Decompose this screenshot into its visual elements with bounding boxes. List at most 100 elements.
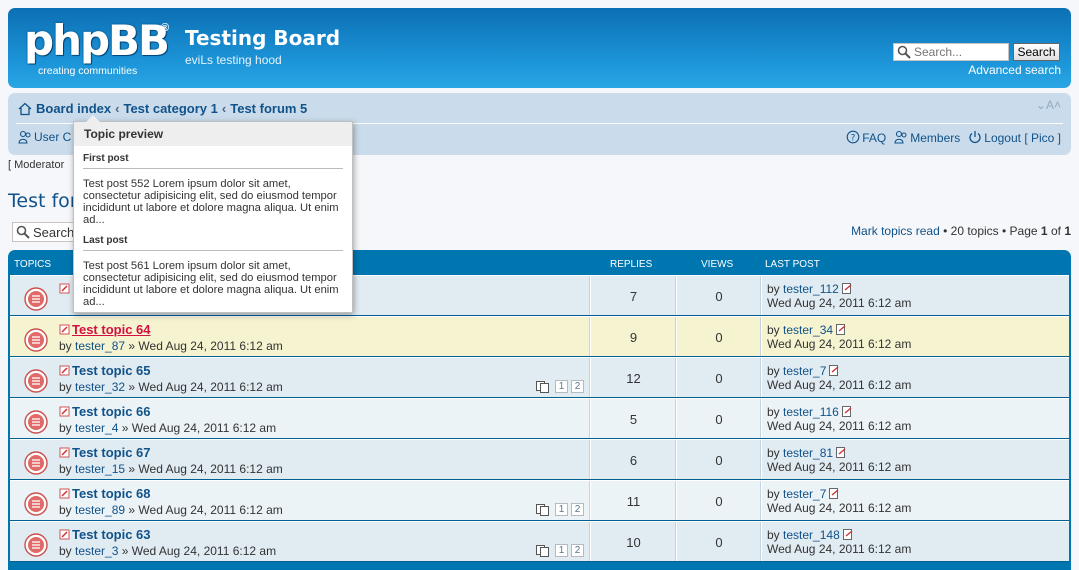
new-post-icon[interactable] <box>59 283 70 294</box>
reply-count: 9 <box>629 330 638 345</box>
table-row[interactable]: Test topic 63 by tester_3 » Wed Aug 24, 2… <box>10 521 1069 562</box>
table-row[interactable]: Test topic 66 by tester_4 » Wed Aug 24, 2… <box>10 398 1069 439</box>
last-post-author-link[interactable]: tester_81 <box>783 446 833 460</box>
by-label: by <box>59 380 72 394</box>
topic-title-link[interactable]: Test topic 64 <box>72 322 151 337</box>
new-post-icon[interactable] <box>59 324 70 335</box>
forum-search-label: Search <box>33 224 75 240</box>
view-latest-post-icon[interactable] <box>841 406 853 417</box>
page-link[interactable]: 1 <box>555 503 568 516</box>
reply-count: 7 <box>629 289 638 304</box>
topic-date: » Wed Aug 24, 2011 6:12 am <box>121 544 277 558</box>
pagination-bullet: • <box>939 224 951 238</box>
logo-tagline: creating communities <box>38 65 138 77</box>
help-icon: ? <box>846 130 860 144</box>
last-post-author: by tester_116 <box>767 405 853 419</box>
faq-label: FAQ <box>862 131 887 145</box>
last-post-author-link[interactable]: tester_34 <box>783 323 833 337</box>
phpbb-logo[interactable]: phpBB ® creating communities <box>24 18 174 78</box>
view-count: 0 <box>715 371 723 386</box>
views-cell: 0 <box>675 358 761 397</box>
breadcrumb-category[interactable]: Test category 1 <box>123 101 217 116</box>
topic-author-link[interactable]: tester_4 <box>75 421 118 435</box>
view-count: 0 <box>715 289 723 304</box>
by-label: by <box>767 323 780 337</box>
topic-title-link[interactable]: Test topic 65 <box>72 363 151 378</box>
search-button[interactable]: Search <box>1013 43 1060 61</box>
logout-label: Logout [ Pico ] <box>984 131 1061 145</box>
view-count: 0 <box>715 412 723 427</box>
last-post-date: Wed Aug 24, 2011 6:12 am <box>767 296 912 310</box>
topic-author-link[interactable]: tester_89 <box>75 503 125 517</box>
view-latest-post-icon[interactable] <box>829 365 840 376</box>
topic-meta: by tester_32 » Wed Aug 24, 2011 6:12 am <box>59 380 283 394</box>
new-post-icon[interactable] <box>59 406 70 417</box>
by-label: by <box>767 405 780 419</box>
faq-link[interactable]: ? FAQ <box>846 130 886 145</box>
view-latest-post-icon[interactable] <box>836 324 847 335</box>
preview-last-text: Test post 561 Lorem ipsum dolor sit amet… <box>83 260 339 308</box>
page-link[interactable]: 1 <box>555 544 568 557</box>
table-row[interactable]: Test topic 64 by tester_87 » Wed Aug 24, … <box>10 316 1069 357</box>
user-control-panel-link[interactable]: User C <box>34 130 71 144</box>
topic-author-link[interactable]: tester_15 <box>75 462 125 476</box>
breadcrumb: Board index ‹ Test category 1 ‹ Test for… <box>18 101 307 116</box>
topic-title-link[interactable]: Test topic 66 <box>72 404 151 419</box>
last-post-author-link[interactable]: tester_148 <box>783 528 840 542</box>
view-latest-post-icon[interactable] <box>841 283 853 294</box>
last-post-author-link[interactable]: tester_112 <box>783 282 839 296</box>
last-post-author: by tester_7 <box>767 364 840 378</box>
new-post-icon[interactable] <box>59 488 70 499</box>
page-link[interactable]: 2 <box>571 503 584 516</box>
new-post-icon[interactable] <box>59 447 70 458</box>
table-row[interactable]: Test topic 68 by tester_89 » Wed Aug 24, … <box>10 480 1069 521</box>
topic-title-link[interactable]: Test topic 68 <box>72 486 151 501</box>
topic-date: » Wed Aug 24, 2011 6:12 am <box>128 380 283 394</box>
site-title: Testing Board <box>185 26 341 50</box>
topic-meta: by tester_15 » Wed Aug 24, 2011 6:12 am <box>59 462 283 476</box>
replies-cell: 7 <box>589 276 676 315</box>
topic-meta: by tester_3 » Wed Aug 24, 2011 6:12 am <box>59 544 276 558</box>
last-post-author-link[interactable]: tester_116 <box>783 405 839 419</box>
page-link[interactable]: 1 <box>555 380 568 393</box>
new-post-icon[interactable] <box>59 529 70 540</box>
mark-topics-read-link[interactable]: Mark topics read <box>851 224 940 238</box>
last-post-date: Wed Aug 24, 2011 6:12 am <box>767 337 912 351</box>
table-row[interactable]: Test topic 67 by tester_15 » Wed Aug 24, … <box>10 439 1069 480</box>
by-label: by <box>59 544 72 558</box>
view-latest-post-icon[interactable] <box>842 529 854 540</box>
last-post-author-link[interactable]: tester_7 <box>783 364 826 378</box>
last-post-author: by tester_7 <box>767 487 840 501</box>
view-latest-post-icon[interactable] <box>829 488 840 499</box>
topic-author-link[interactable]: tester_32 <box>75 380 125 394</box>
new-post-icon[interactable] <box>59 365 70 376</box>
by-label: by <box>767 487 780 501</box>
view-latest-post-icon[interactable] <box>836 447 847 458</box>
page-link[interactable]: 2 <box>571 544 584 557</box>
table-row[interactable]: Test topic 65 by tester_32 » Wed Aug 24, … <box>10 357 1069 398</box>
topic-count: 20 topics <box>950 224 999 238</box>
forum-search-field[interactable]: Search <box>12 222 82 242</box>
advanced-search-link[interactable]: Advanced search <box>968 63 1061 77</box>
topic-title-link[interactable]: Test topic 67 <box>72 445 151 460</box>
topic-date: » Wed Aug 24, 2011 6:12 am <box>128 503 283 517</box>
logout-link[interactable]: Logout [ Pico ] <box>968 130 1061 145</box>
topic-author-link[interactable]: tester_3 <box>75 544 118 558</box>
views-cell: 0 <box>675 481 761 520</box>
preview-title: Topic preview <box>74 122 352 146</box>
font-size-control[interactable]: ⌄A˄ <box>1036 98 1061 112</box>
breadcrumb-board-index[interactable]: Board index <box>36 101 111 116</box>
header-views: Views <box>701 259 734 270</box>
topic-read-icon <box>24 492 48 516</box>
topic-meta: by tester_87 » Wed Aug 24, 2011 6:12 am <box>59 339 283 353</box>
topic-title-link[interactable]: Test topic 63 <box>72 527 151 542</box>
topic-author-link[interactable]: tester_87 <box>75 339 125 353</box>
breadcrumb-forum[interactable]: Test forum 5 <box>230 101 307 116</box>
last-post-author-link[interactable]: tester_7 <box>783 487 826 501</box>
svg-text:?: ? <box>851 134 856 144</box>
forum-title[interactable]: Test for <box>8 190 78 212</box>
page-link[interactable]: 2 <box>571 380 584 393</box>
members-link[interactable]: Members <box>894 130 960 145</box>
search-input[interactable] <box>912 45 1006 59</box>
search-field[interactable] <box>893 43 1009 61</box>
